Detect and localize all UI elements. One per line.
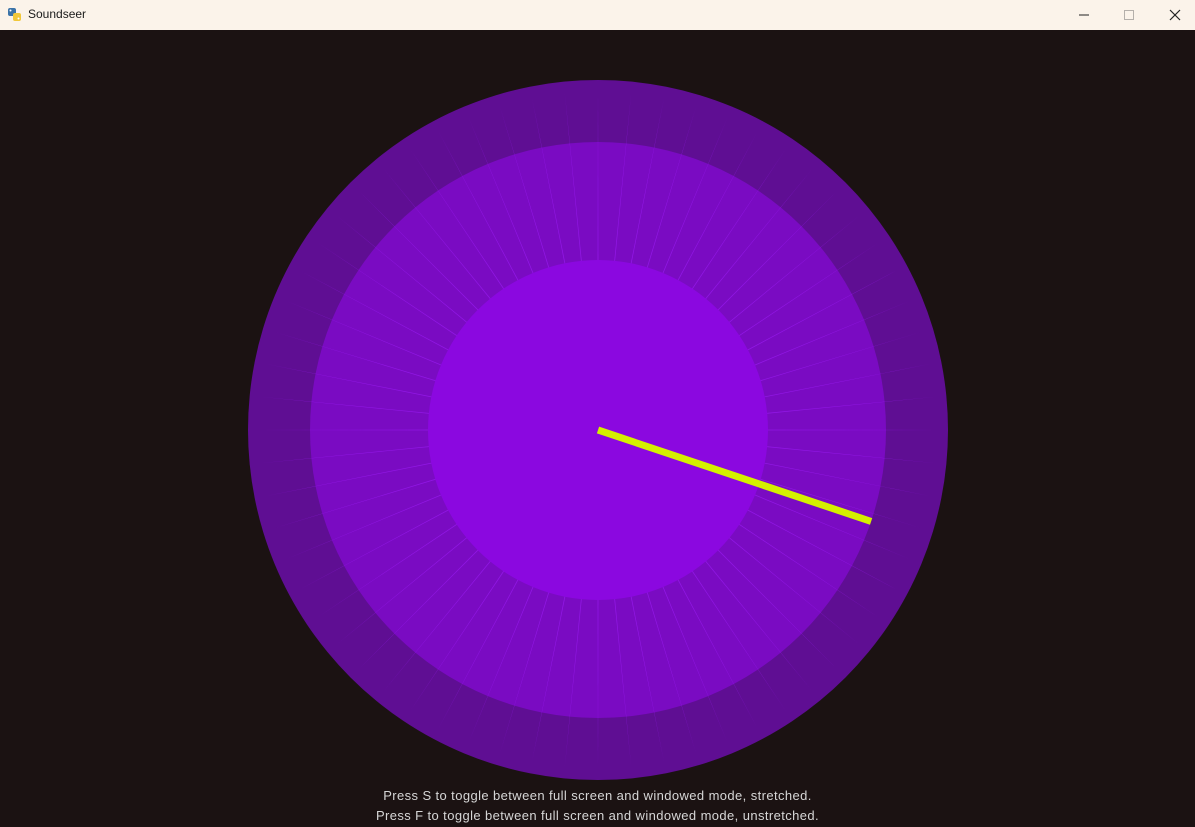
minimize-button[interactable] xyxy=(1061,0,1107,30)
title-bar[interactable]: Soundseer xyxy=(0,0,1195,30)
hint-fullscreen-unstretched: Press F to toggle between full screen an… xyxy=(375,808,820,823)
audio-visualizer xyxy=(248,80,948,780)
visualizer-canvas[interactable]: Press S to toggle between full screen an… xyxy=(0,30,1195,827)
close-button[interactable] xyxy=(1152,0,1195,30)
python-icon xyxy=(8,7,22,21)
maximize-icon xyxy=(1124,10,1134,20)
minimize-icon xyxy=(1079,14,1089,16)
window-title: Soundseer xyxy=(28,7,87,21)
maximize-button[interactable] xyxy=(1106,0,1152,30)
close-icon xyxy=(1169,9,1181,21)
hint-fullscreen-stretched: Press S to toggle between full screen an… xyxy=(383,788,812,803)
